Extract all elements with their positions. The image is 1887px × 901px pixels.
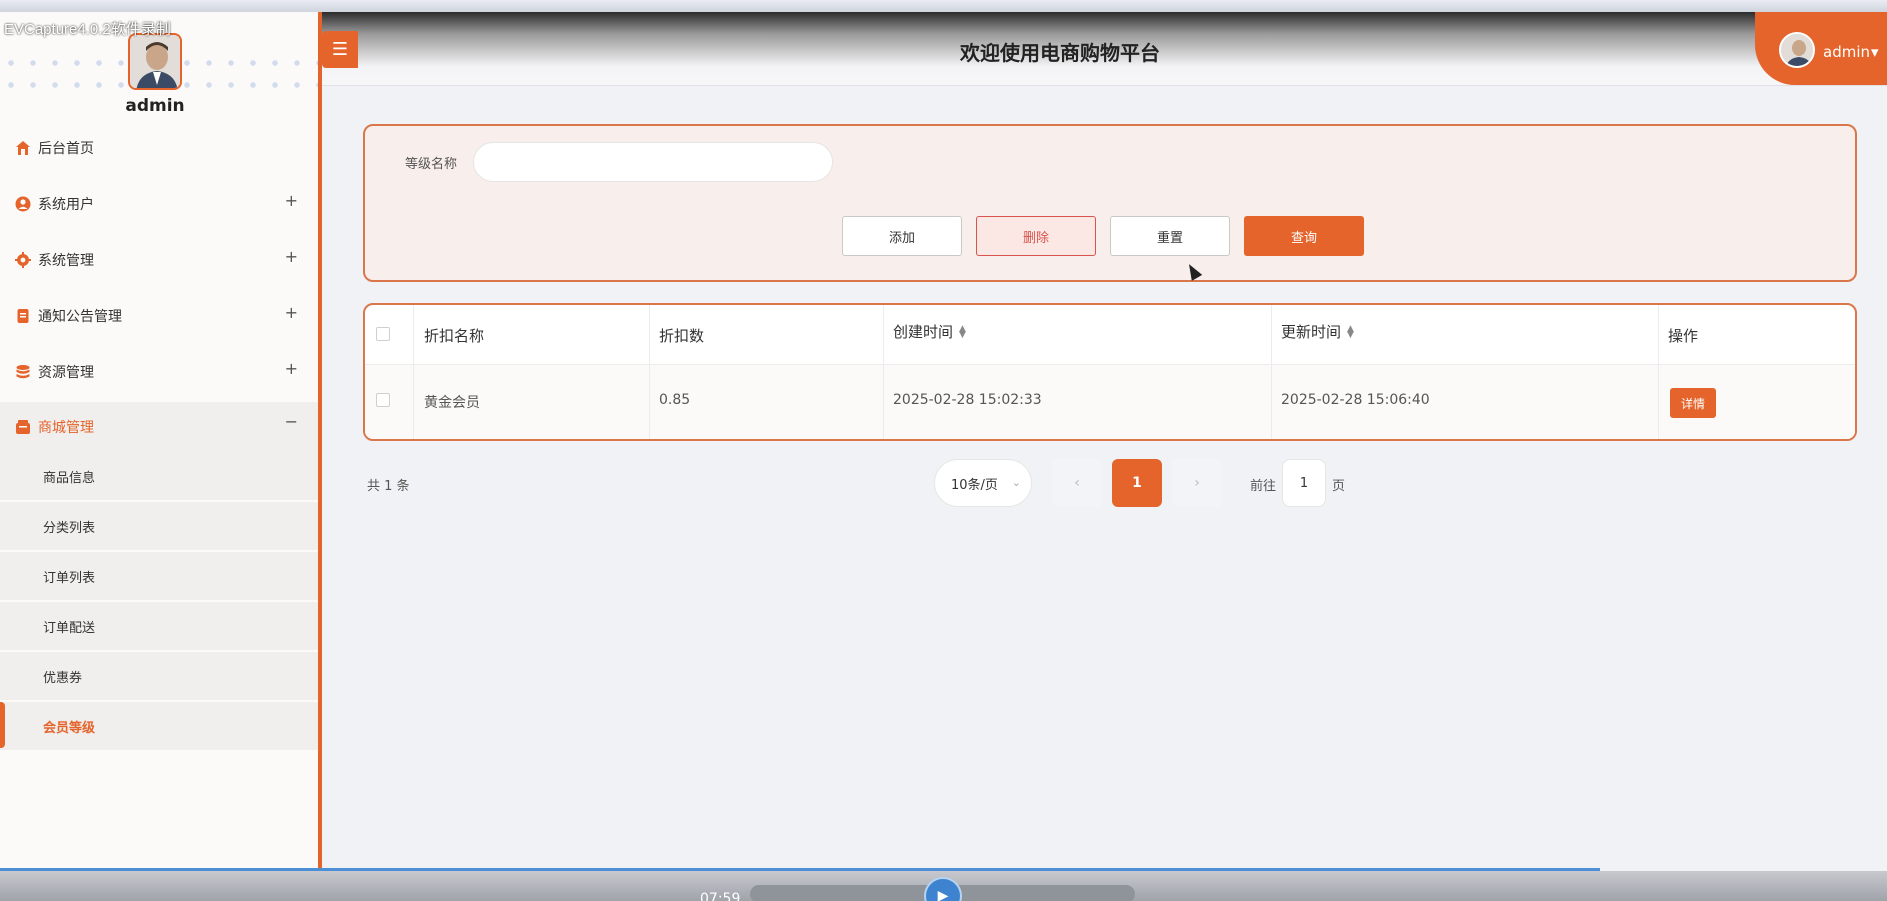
user-icon — [15, 196, 31, 212]
chevron-down-icon: ▾ — [1871, 43, 1879, 61]
store-icon — [15, 419, 31, 435]
sidebar-item-system-management[interactable]: 系统管理 + — [0, 237, 318, 283]
page-title: 欢迎使用电商购物平台 — [960, 41, 1160, 65]
column-header-created[interactable]: 创建时间 ▲ ▼ — [893, 321, 966, 342]
search-label: 等级名称 — [405, 157, 458, 172]
total-count: 共 1 条 — [367, 479, 410, 494]
sidebar-subitem-categories[interactable]: 分类列表 — [0, 502, 318, 550]
page-size-value: 10条/页 — [951, 477, 998, 493]
user-menu[interactable]: admin ▾ — [1755, 12, 1887, 85]
player-time: 07:59 — [700, 891, 741, 901]
sidebar-item-label: 系统用户 — [38, 197, 94, 213]
avatar — [1779, 32, 1815, 68]
sidebar-item-resource-management[interactable]: 资源管理 + — [0, 349, 318, 395]
sidebar-subitem-coupons[interactable]: 优惠券 — [0, 652, 318, 700]
column-divider — [413, 305, 414, 439]
recorder-title: EVCapture4.0.2软件录制 — [4, 21, 171, 38]
table-header — [365, 305, 1855, 365]
sidebar-item-mall-management[interactable]: 商城管理 − — [0, 402, 318, 452]
column-header-actions: 操作 — [1668, 327, 1699, 345]
add-button[interactable]: 添加 — [842, 216, 962, 256]
avatar[interactable] — [128, 33, 182, 90]
sidebar-user-name: admin — [125, 96, 185, 116]
next-page-button[interactable]: › — [1172, 459, 1222, 507]
cell-created: 2025-02-28 15:02:33 — [893, 392, 1042, 408]
sidebar-subitem-member-levels[interactable]: 会员等级 — [0, 702, 318, 750]
sidebar-divider — [318, 12, 322, 901]
chevron-down-icon: ⌄ — [1011, 476, 1021, 489]
database-icon — [15, 364, 31, 380]
column-header-label: 更新时间 — [1281, 323, 1342, 341]
query-button[interactable]: 查询 — [1244, 216, 1364, 256]
sidebar-item-label: 后台首页 — [38, 141, 94, 157]
menu-toggle-icon[interactable]: ☰ — [322, 31, 358, 68]
sort-icon[interactable]: ▲ ▼ — [1347, 324, 1354, 339]
page-size-select[interactable]: 10条/页 ⌄ — [934, 459, 1032, 507]
column-divider — [883, 305, 884, 439]
reset-button[interactable]: 重置 — [1110, 216, 1230, 256]
collapse-minus-icon[interactable]: − — [285, 412, 298, 431]
sidebar-subitem-products[interactable]: 商品信息 — [0, 452, 318, 500]
cell-discount: 0.85 — [659, 392, 691, 408]
table-row — [365, 365, 1855, 439]
recorder-top-strip — [0, 0, 1887, 12]
sidebar-subitem-orders[interactable]: 订单列表 — [0, 552, 318, 600]
column-header-discount: 折扣数 — [659, 327, 705, 345]
search-panel: 等级名称 添加 删除 重置 查询 — [363, 124, 1857, 282]
delete-button[interactable]: 删除 — [976, 216, 1096, 256]
goto-suffix: 页 — [1332, 479, 1346, 494]
column-header-name: 折扣名称 — [424, 327, 485, 345]
cell-updated: 2025-02-28 15:06:40 — [1281, 392, 1430, 408]
active-indicator — [0, 702, 5, 748]
column-header-updated[interactable]: 更新时间 ▲ ▼ — [1281, 321, 1354, 342]
detail-button[interactable]: 详情 — [1670, 388, 1716, 418]
sidebar-subitem-order-delivery[interactable]: 订单配送 — [0, 602, 318, 650]
expand-plus-icon[interactable]: + — [285, 303, 298, 322]
prev-page-button[interactable]: ‹ — [1052, 459, 1102, 507]
goto-prefix: 前往 — [1250, 479, 1277, 494]
column-header-label: 创建时间 — [893, 323, 954, 341]
column-divider — [1271, 305, 1272, 439]
expand-plus-icon[interactable]: + — [285, 359, 298, 378]
play-icon[interactable]: ▶ — [924, 877, 962, 901]
gear-icon — [15, 252, 31, 268]
sidebar-item-notice-management[interactable]: 通知公告管理 + — [0, 293, 318, 339]
column-divider — [649, 305, 650, 439]
sort-icon[interactable]: ▲ ▼ — [959, 324, 966, 339]
sidebar-item-label: 资源管理 — [38, 365, 94, 381]
row-checkbox[interactable] — [376, 393, 390, 407]
page-number-current[interactable]: 1 — [1112, 459, 1162, 507]
select-all-checkbox[interactable] — [376, 327, 390, 341]
expand-plus-icon[interactable]: + — [285, 247, 298, 266]
home-icon — [15, 140, 31, 156]
level-name-input[interactable] — [473, 142, 833, 182]
sidebar-item-label: 通知公告管理 — [38, 309, 122, 325]
goto-page-input[interactable]: 1 — [1282, 459, 1326, 507]
data-table: 折扣名称 折扣数 创建时间 ▲ ▼ 更新时间 ▲ ▼ 操作 黄金会员 0.85 20… — [363, 303, 1857, 441]
column-divider — [1658, 305, 1659, 439]
player-controls: 07:59 ▶ — [0, 871, 1887, 901]
sidebar-item-label: 系统管理 — [38, 253, 94, 269]
sidebar-item-dashboard[interactable]: 后台首页 — [0, 125, 318, 171]
expand-plus-icon[interactable]: + — [285, 191, 298, 210]
document-icon — [15, 308, 31, 324]
header-user-name: admin — [1823, 43, 1870, 61]
sidebar-item-system-users[interactable]: 系统用户 + — [0, 181, 318, 227]
cell-name: 黄金会员 — [424, 395, 480, 411]
sidebar-item-label: 商城管理 — [38, 420, 94, 436]
